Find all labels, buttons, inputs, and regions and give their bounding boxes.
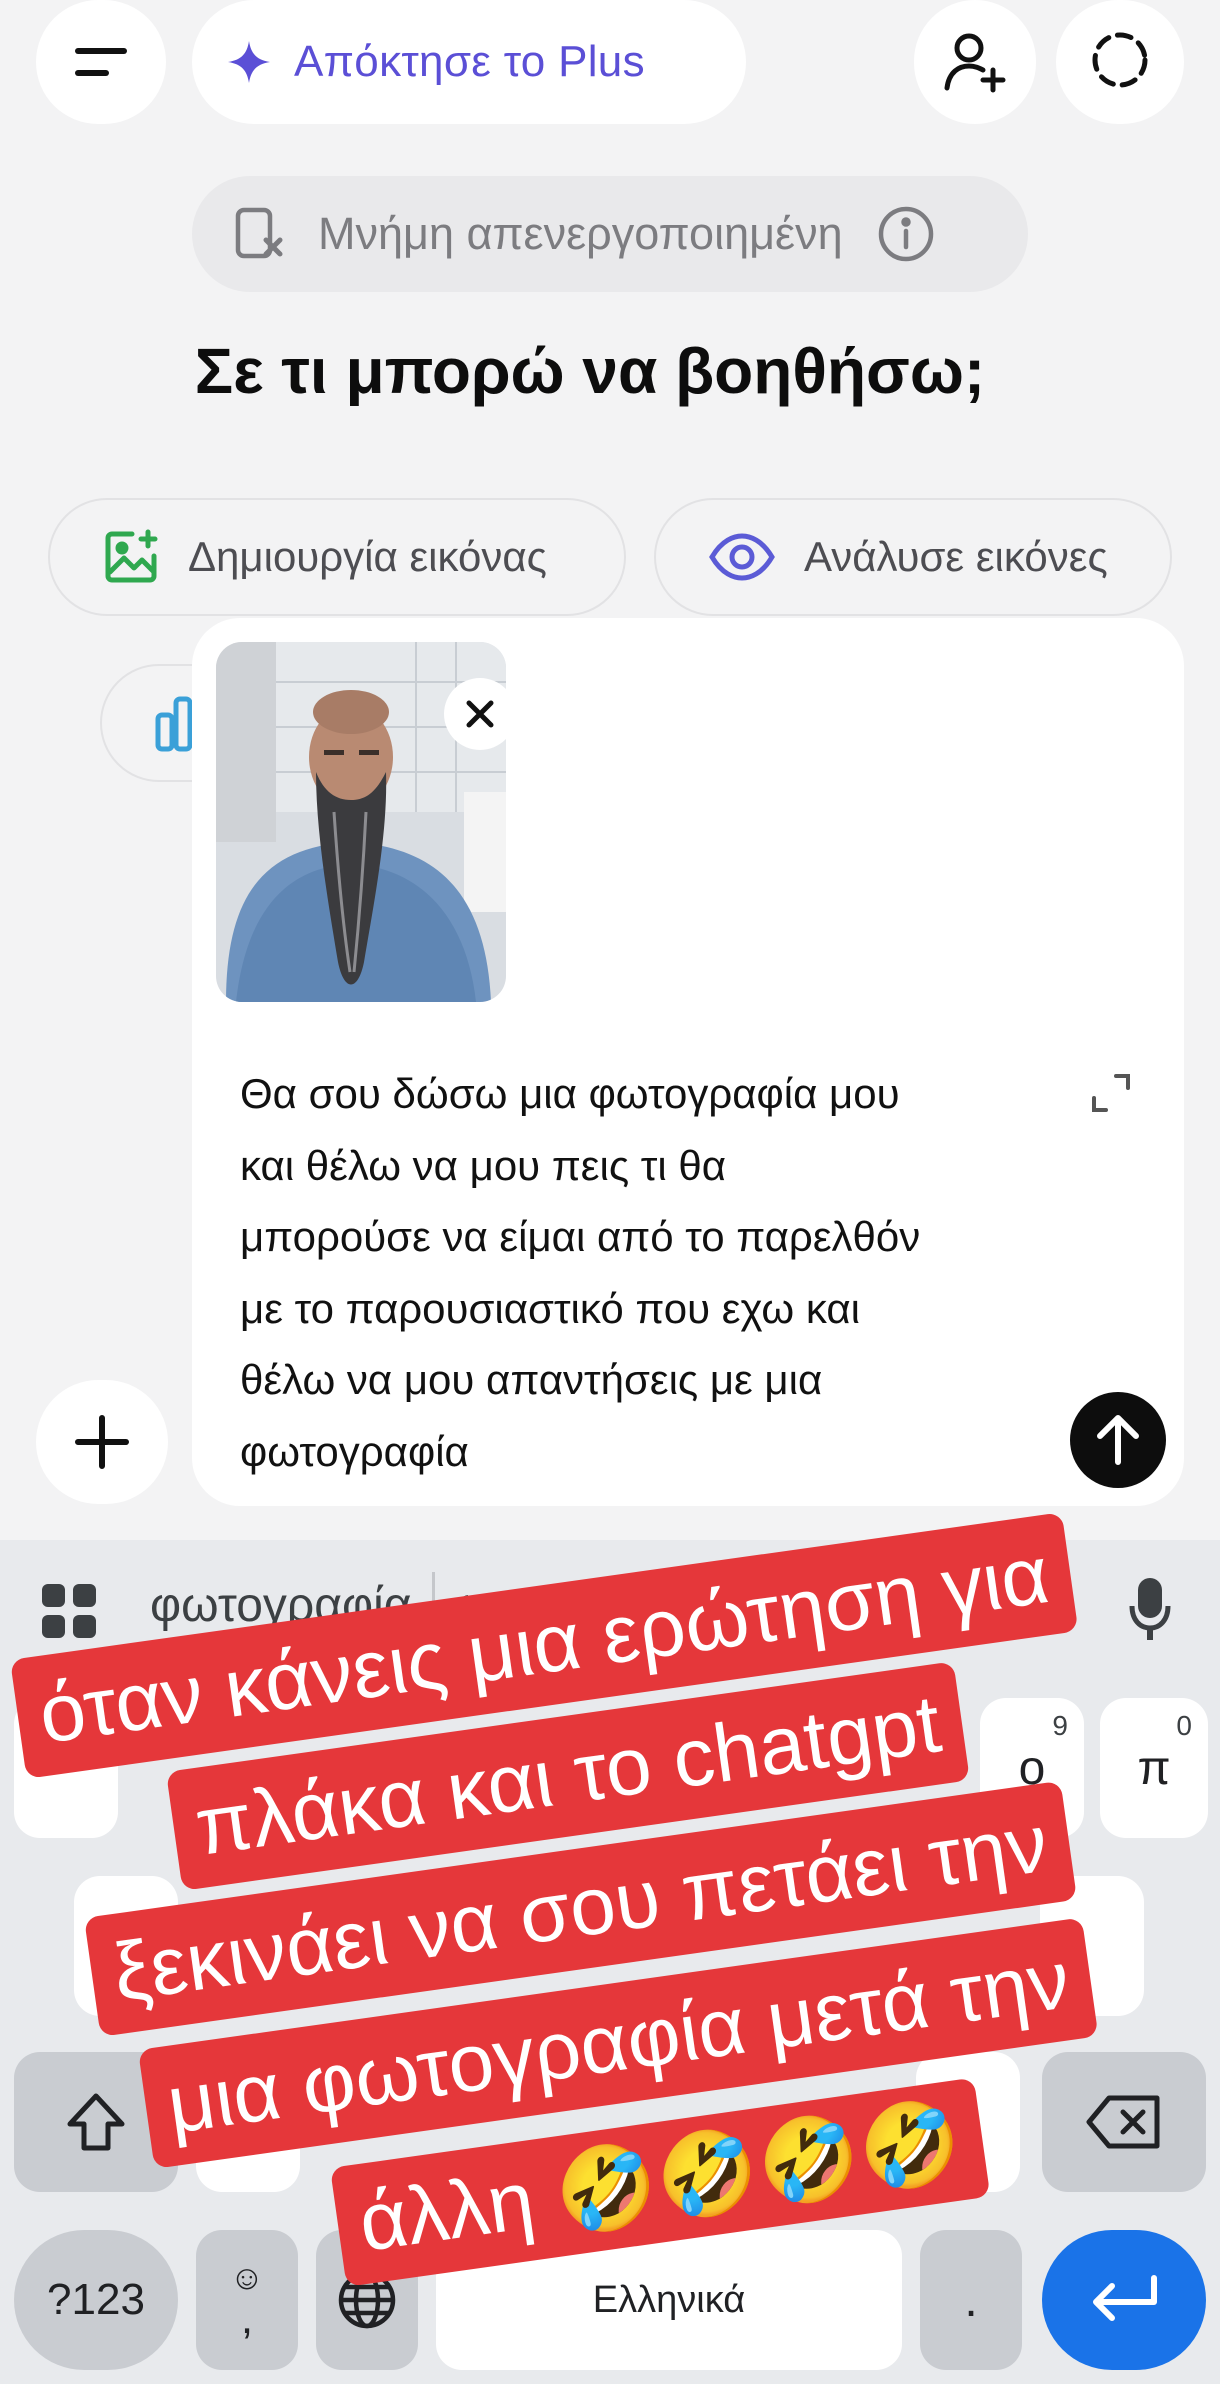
image-create-icon: [105, 529, 158, 583]
suggestion-1[interactable]: φωτογραφία: [150, 1578, 412, 1633]
key-pi[interactable]: π 0: [1100, 1698, 1208, 1838]
emoji-icon: ☺: [229, 2259, 265, 2297]
space-key-label: Ελληνικά: [592, 2278, 746, 2321]
shift-key[interactable]: [14, 2052, 178, 2192]
message-line: και θέλω να μου πεις τι θα: [240, 1141, 726, 1189]
backspace-icon: [1086, 2095, 1160, 2149]
message-line: θέλω να μου απαντήσεις με μια: [240, 1356, 823, 1403]
comma-label: ,: [240, 2294, 254, 2343]
suggestion-2[interactable]: φωτογραφία: [456, 1578, 718, 1633]
chip-create-image[interactable]: Δημιουργία εικόνας: [48, 498, 626, 616]
key[interactable]: [1040, 1876, 1144, 2016]
key-label: α: [112, 1919, 140, 1973]
eye-icon: [709, 533, 775, 581]
key[interactable]: [14, 1698, 118, 1838]
message-line: Θα σου δώσω μια φωτογραφία μου: [240, 1070, 900, 1117]
chip-analyze-images[interactable]: Ανάλυσε εικόνες: [654, 498, 1172, 616]
chip-analyze-images-label: Ανάλυσε εικόνες: [804, 533, 1108, 580]
key-sup: 0: [1176, 1710, 1192, 1741]
language-key[interactable]: [316, 2230, 418, 2370]
key-label: ο: [1018, 1741, 1046, 1795]
key-sup: 9: [1052, 1710, 1068, 1741]
chip-create-image-label: Δημιουργία εικόνας: [188, 533, 547, 580]
message-composer[interactable]: Θα σου δώσω μια φωτογραφία μου και θέλω …: [192, 618, 1184, 1506]
emoji-comma-key[interactable]: ☺ ,: [196, 2230, 298, 2370]
menu-icon: [75, 48, 127, 76]
apps-grid-icon[interactable]: [40, 1582, 98, 1640]
add-user-icon: [944, 33, 1006, 93]
on-screen-keyboard: φωτογραφία φωτογραφία ο 9 π 0 α ι ρ ?123…: [0, 1540, 1220, 2384]
memory-off-icon: [235, 207, 283, 259]
info-icon[interactable]: [877, 205, 935, 263]
page-title: Σε τι μπορώ να βοηθήσω;: [194, 335, 986, 407]
enter-icon: [1093, 2275, 1157, 2321]
plus-icon: [75, 1415, 129, 1469]
message-input[interactable]: Θα σου δώσω μια φωτογραφία μου και θέλω …: [240, 1058, 1060, 1487]
expand-icon[interactable]: [1090, 1072, 1132, 1114]
memory-status-pill[interactable]: Μνήμη απενεργοποιημένη: [192, 176, 1028, 292]
send-button[interactable]: [1070, 1392, 1166, 1488]
key-label: π: [1137, 1741, 1171, 1795]
add-user-button[interactable]: [914, 0, 1036, 124]
key-rho[interactable]: ρ: [916, 2052, 1020, 2192]
memory-status-label: Μνήμη απενεργοποιημένη: [318, 208, 843, 259]
chart-icon: [155, 696, 192, 752]
arrow-up-icon: [1097, 1415, 1139, 1465]
menu-button[interactable]: [36, 0, 166, 124]
symbols-key[interactable]: ?123: [14, 2230, 178, 2370]
remove-attachment-button[interactable]: [444, 678, 506, 750]
backspace-key[interactable]: [1042, 2052, 1206, 2192]
add-attachment-button[interactable]: [36, 1380, 168, 1504]
close-icon: [466, 700, 494, 728]
get-plus-label: Απόκτησε το Plus: [294, 37, 645, 86]
temporary-chat-icon: [1092, 32, 1148, 88]
space-key[interactable]: Ελληνικά: [436, 2230, 902, 2370]
message-line: με το παρουσιαστικό που εχω και: [240, 1284, 860, 1332]
period-label: .: [964, 2273, 978, 2327]
attached-photo-thumbnail[interactable]: [216, 642, 506, 1002]
key-label: ι: [242, 2095, 254, 2149]
globe-icon: [338, 2271, 396, 2329]
shift-icon: [67, 2093, 125, 2151]
microphone-icon[interactable]: [1128, 1576, 1172, 1644]
key-label: ρ: [954, 2095, 982, 2149]
period-key[interactable]: .: [920, 2230, 1022, 2370]
get-plus-button[interactable]: Απόκτησε το Plus: [192, 0, 746, 124]
key-iota[interactable]: ι: [196, 2052, 300, 2192]
key-alpha[interactable]: α: [74, 1876, 178, 2016]
message-line: φωτογραφία: [240, 1427, 469, 1475]
key-omicron[interactable]: ο 9: [980, 1698, 1084, 1838]
message-line: μπορούσε να είμαι από το παρελθόν: [240, 1213, 921, 1260]
sparkle-icon: [228, 41, 270, 83]
symbols-key-label: ?123: [47, 2275, 145, 2324]
enter-key[interactable]: [1042, 2230, 1206, 2370]
temporary-chat-button[interactable]: [1056, 0, 1184, 124]
suggestion-strip: φωτογραφία φωτογραφία: [0, 1540, 1220, 1680]
